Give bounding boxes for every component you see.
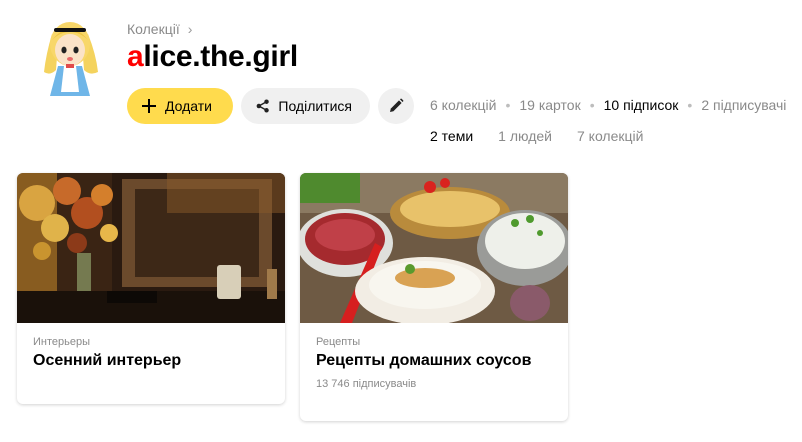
stat-cards[interactable]: 19 карток <box>519 97 580 113</box>
card-image-autumn-interior <box>17 173 285 323</box>
pencil-icon <box>390 98 404 112</box>
chevron-right-icon: › <box>187 21 193 37</box>
share-button[interactable]: Поділитися <box>241 88 370 124</box>
breadcrumb-link[interactable]: Колекції <box>127 21 180 37</box>
separator-dot: • <box>589 97 595 113</box>
stat-subscriptions[interactable]: 10 підписок <box>604 97 679 113</box>
subscription-tabs: 2 теми 1 людей 7 колекцій <box>430 128 643 144</box>
profile-stats: 6 колекцій • 19 карток • 10 підписок • 2… <box>430 97 786 113</box>
tab-collections[interactable]: 7 колекцій <box>577 128 643 144</box>
add-button[interactable]: Додати <box>127 88 233 124</box>
separator-dot: • <box>505 97 511 113</box>
card-title[interactable]: Осенний интерьер <box>33 352 269 370</box>
card-category: Рецепты <box>316 336 361 348</box>
page-title: alice.the.girl <box>127 40 298 74</box>
tab-people[interactable]: 1 людей <box>498 128 552 144</box>
stat-collections[interactable]: 6 колекцій <box>430 97 496 113</box>
plus-icon <box>142 99 156 113</box>
share-button-label: Поділитися <box>278 98 352 114</box>
add-button-label: Додати <box>165 98 212 114</box>
stat-subscribers[interactable]: 2 підписувачі <box>701 97 786 113</box>
card-title[interactable]: Рецепты домашних соусов <box>316 352 552 370</box>
tab-topics[interactable]: 2 теми <box>430 128 473 144</box>
collection-card[interactable]: Рецепты Рецепты домашних соусов 13 746 п… <box>300 173 568 421</box>
edit-button[interactable] <box>378 88 414 124</box>
action-bar: Додати Поділитися <box>127 88 414 124</box>
card-subscribers: 13 746 підписувачів <box>316 378 417 390</box>
card-category: Интерьеры <box>33 336 91 348</box>
avatar <box>36 14 104 100</box>
breadcrumb[interactable]: Колекції › <box>127 21 192 37</box>
page-title-first-letter: a <box>127 40 144 73</box>
share-icon <box>256 99 269 113</box>
card-image-sauces <box>300 173 568 323</box>
separator-dot: • <box>687 97 693 113</box>
page-title-rest: lice.the.girl <box>143 40 298 73</box>
collection-card[interactable]: Интерьеры Осенний интерьер <box>17 173 285 404</box>
